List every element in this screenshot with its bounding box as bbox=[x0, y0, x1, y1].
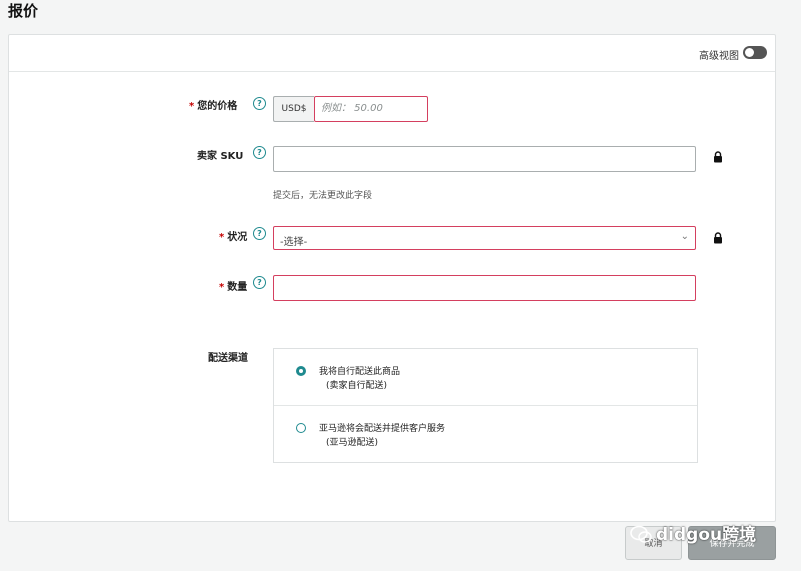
divider bbox=[274, 405, 697, 406]
sku-label: 卖家 SKU bbox=[197, 151, 244, 162]
radio-amazon-fulfilled[interactable] bbox=[296, 423, 306, 433]
quantity-label-text: 数量 bbox=[227, 282, 248, 293]
sku-input[interactable] bbox=[273, 146, 696, 172]
condition-help-icon[interactable]: ? bbox=[253, 227, 266, 240]
currency-prefix: USD$ bbox=[273, 96, 314, 122]
quantity-label: * 数量 bbox=[219, 278, 247, 293]
radio-merchant-fulfilled[interactable] bbox=[296, 366, 306, 376]
required-mark: * bbox=[219, 232, 225, 243]
condition-label: * 状况 bbox=[219, 228, 247, 243]
panel-header: 高级视图 bbox=[9, 35, 775, 72]
condition-select[interactable]: -选择- ⌄ bbox=[273, 226, 696, 250]
quantity-input[interactable] bbox=[273, 275, 696, 301]
required-mark: * bbox=[189, 101, 195, 112]
lock-icon bbox=[714, 151, 722, 163]
sku-hint: 提交后，无法更改此字段 bbox=[273, 191, 373, 201]
watermark-text: didgou跨境 bbox=[656, 525, 757, 545]
shipping-options: 我将自行配送此商品 (卖家自行配送) 亚马逊将会配送并提供客户服务 (亚马逊配送… bbox=[273, 348, 698, 463]
sku-help-icon[interactable]: ? bbox=[253, 146, 266, 159]
option-subtitle: (亚马逊配送) bbox=[326, 438, 379, 448]
price-input[interactable]: 例如： 50.00 bbox=[314, 96, 428, 122]
required-mark: * bbox=[219, 282, 225, 293]
chevron-down-icon: ⌄ bbox=[680, 231, 689, 242]
advanced-view-toggle[interactable] bbox=[743, 46, 767, 59]
shipping-channel-label: 配送渠道 bbox=[208, 353, 248, 364]
page-title: 报价 bbox=[8, 2, 39, 20]
price-label: * 您的价格 bbox=[189, 97, 237, 112]
advanced-view-label: 高级视图 bbox=[699, 51, 739, 62]
lock-icon bbox=[714, 232, 722, 244]
toggle-knob bbox=[745, 48, 754, 57]
option-subtitle: (卖家自行配送) bbox=[326, 381, 388, 391]
offer-form-panel: 高级视图 * 您的价格 ? USD$ 例如： 50.00 卖家 SKU ? 提交后… bbox=[8, 34, 776, 522]
price-label-text: 您的价格 bbox=[197, 101, 238, 112]
watermark: didgou跨境 bbox=[630, 520, 756, 545]
condition-label-text: 状况 bbox=[227, 232, 248, 243]
condition-selected-value: -选择- bbox=[280, 237, 308, 248]
price-help-icon[interactable]: ? bbox=[253, 97, 266, 110]
quantity-help-icon[interactable]: ? bbox=[253, 276, 266, 289]
wechat-logo-icon bbox=[630, 525, 652, 543]
option-title: 我将自行配送此商品 bbox=[319, 367, 401, 377]
option-title: 亚马逊将会配送并提供客户服务 bbox=[319, 424, 446, 434]
